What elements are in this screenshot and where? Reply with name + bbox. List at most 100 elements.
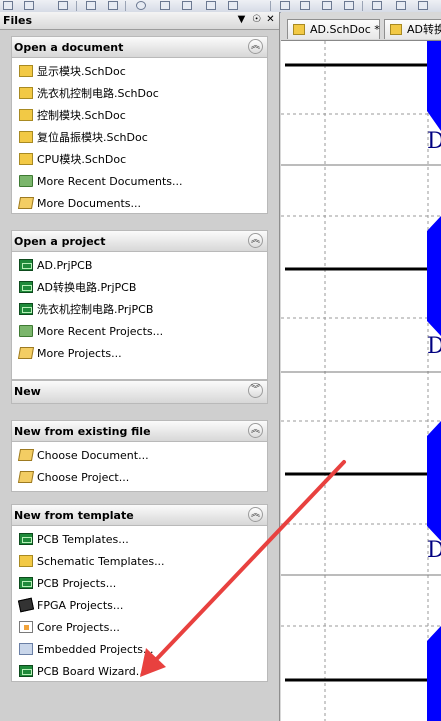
collapse-chevron-icon[interactable]: ︽ bbox=[248, 507, 263, 522]
tab-label: AD转换 bbox=[407, 23, 441, 36]
schematic-templates-link[interactable]: Schematic Templates... bbox=[19, 551, 165, 571]
pcb-board-wizard-link[interactable]: PCB Board Wizard... bbox=[19, 661, 146, 681]
item-label: More Recent Projects... bbox=[37, 324, 164, 338]
schematic-document-icon bbox=[19, 555, 33, 567]
more-recent-projects-link[interactable]: More Recent Projects... bbox=[19, 321, 163, 341]
pcb-project-icon bbox=[19, 281, 33, 293]
schematic-document-icon bbox=[293, 24, 305, 35]
pin-label: D bbox=[427, 334, 441, 359]
section-title: Open a project bbox=[14, 235, 106, 248]
item-label: Core Projects... bbox=[37, 620, 120, 634]
more-documents-link[interactable]: More Documents... bbox=[17, 193, 141, 213]
zoom-area-icon[interactable] bbox=[182, 1, 192, 10]
section-title: New from existing file bbox=[14, 425, 151, 438]
open-document-section: Open a document ︽ 显示模块.SchDoc 洗衣机控制电路.Sc… bbox=[11, 36, 268, 214]
pin-label: D bbox=[427, 538, 441, 563]
more-recent-documents-link[interactable]: More Recent Documents... bbox=[19, 171, 183, 191]
schematic-document-icon bbox=[19, 87, 33, 99]
paste-icon[interactable] bbox=[322, 1, 332, 10]
files-panel-title: Files bbox=[3, 14, 33, 27]
recent-document-item[interactable]: 控制模块.SchDoc bbox=[19, 105, 126, 125]
fpga-projects-link[interactable]: FPGA Projects... bbox=[17, 595, 124, 615]
rubber-stamp-icon[interactable] bbox=[344, 1, 354, 10]
item-label: AD.PrjPCB bbox=[37, 258, 93, 272]
line-icon[interactable] bbox=[418, 1, 428, 10]
selection-box-icon[interactable] bbox=[372, 1, 382, 10]
cut-icon[interactable] bbox=[280, 1, 290, 10]
more-projects-link[interactable]: More Projects... bbox=[17, 343, 122, 363]
recent-document-item[interactable]: 复位晶振模块.SchDoc bbox=[19, 127, 148, 147]
expand-chevron-icon[interactable]: ︾ bbox=[248, 383, 263, 398]
save-icon[interactable] bbox=[58, 1, 68, 10]
section-header[interactable]: New ︾ bbox=[12, 381, 267, 403]
open-folder-icon bbox=[17, 347, 35, 359]
collapse-chevron-icon[interactable]: ︽ bbox=[248, 423, 263, 438]
item-label: Embedded Projects... bbox=[37, 642, 154, 656]
pcb-projects-link[interactable]: PCB Projects... bbox=[19, 573, 116, 593]
recent-document-item[interactable]: 洗衣机控制电路.SchDoc bbox=[19, 83, 159, 103]
collapse-chevron-icon[interactable]: ︽ bbox=[248, 39, 263, 54]
open-project-section: Open a project ︽ AD.PrjPCB AD转换电路.PrjPCB… bbox=[11, 230, 268, 380]
recent-document-item[interactable]: 显示模块.SchDoc bbox=[19, 61, 126, 81]
print-preview-icon[interactable] bbox=[108, 1, 118, 10]
panel-menu-icon[interactable]: ▼ bbox=[236, 14, 247, 26]
section-header[interactable]: New from template ︽ bbox=[12, 505, 267, 526]
item-label: Schematic Templates... bbox=[37, 554, 165, 568]
document-tab-bar: AD.SchDoc * AD转换 bbox=[281, 12, 441, 41]
tab-ad-conversion[interactable]: AD转换 bbox=[384, 19, 441, 39]
tab-ad-schdoc[interactable]: AD.SchDoc * bbox=[287, 19, 380, 39]
item-label: More Recent Documents... bbox=[37, 174, 183, 188]
schematic-document-icon bbox=[19, 131, 33, 143]
collapse-chevron-icon[interactable]: ︽ bbox=[248, 233, 263, 248]
component-body bbox=[427, 216, 441, 336]
fpga-chip-icon bbox=[17, 597, 35, 613]
open-folder-icon bbox=[17, 449, 35, 461]
print-icon[interactable] bbox=[86, 1, 96, 10]
pin-label: D bbox=[427, 129, 441, 154]
schematic-document-icon bbox=[390, 24, 402, 35]
recent-project-item[interactable]: AD.PrjPCB bbox=[19, 255, 92, 275]
cross-icon[interactable] bbox=[396, 1, 406, 10]
choose-project-link[interactable]: Choose Project... bbox=[17, 467, 129, 487]
pcb-project-icon bbox=[19, 577, 33, 589]
section-header[interactable]: Open a document ︽ bbox=[12, 37, 267, 58]
open-folder-icon bbox=[17, 197, 35, 209]
item-label: Choose Document... bbox=[37, 448, 149, 462]
recent-project-item[interactable]: 洗衣机控制电路.PrjPCB bbox=[19, 299, 153, 319]
pin-icon[interactable]: ☉ bbox=[251, 14, 262, 26]
zoom-icon[interactable] bbox=[160, 1, 170, 10]
move-icon[interactable] bbox=[228, 1, 238, 10]
tab-label: AD.SchDoc * bbox=[310, 23, 380, 36]
recent-project-item[interactable]: AD转换电路.PrjPCB bbox=[19, 277, 136, 297]
copy-icon[interactable] bbox=[300, 1, 310, 10]
close-icon[interactable]: ✕ bbox=[265, 14, 276, 26]
choose-document-link[interactable]: Choose Document... bbox=[17, 445, 149, 465]
new-file-icon[interactable] bbox=[3, 1, 13, 10]
section-header[interactable]: New from existing file ︽ bbox=[12, 421, 267, 442]
item-label: More Documents... bbox=[37, 196, 141, 210]
section-header[interactable]: Open a project ︽ bbox=[12, 231, 267, 252]
device-icon[interactable] bbox=[136, 1, 146, 10]
core-project-icon bbox=[19, 621, 33, 633]
select-icon[interactable] bbox=[206, 1, 216, 10]
pcb-icon bbox=[19, 533, 33, 545]
pcb-templates-link[interactable]: PCB Templates... bbox=[19, 529, 129, 549]
schematic-canvas[interactable]: D D D bbox=[281, 41, 441, 721]
recent-folder-icon bbox=[19, 325, 33, 337]
embedded-projects-link[interactable]: Embedded Projects... bbox=[19, 639, 153, 659]
section-title: New bbox=[14, 385, 41, 398]
item-label: More Projects... bbox=[37, 346, 122, 360]
pcb-project-icon bbox=[19, 303, 33, 315]
item-label: 复位晶振模块.SchDoc bbox=[37, 131, 148, 144]
grid-major bbox=[281, 164, 441, 576]
recent-document-item[interactable]: CPU模块.SchDoc bbox=[19, 149, 126, 169]
open-folder-icon[interactable] bbox=[24, 1, 34, 10]
item-label: 显示模块.SchDoc bbox=[37, 65, 126, 78]
item-label: FPGA Projects... bbox=[37, 598, 124, 612]
item-label: CPU模块.SchDoc bbox=[37, 153, 127, 166]
component-body bbox=[427, 41, 441, 131]
core-projects-link[interactable]: Core Projects... bbox=[19, 617, 120, 637]
schematic-document-icon bbox=[19, 109, 33, 121]
schematic-drawing: D D D bbox=[281, 41, 441, 721]
new-section: New ︾ bbox=[11, 380, 268, 404]
